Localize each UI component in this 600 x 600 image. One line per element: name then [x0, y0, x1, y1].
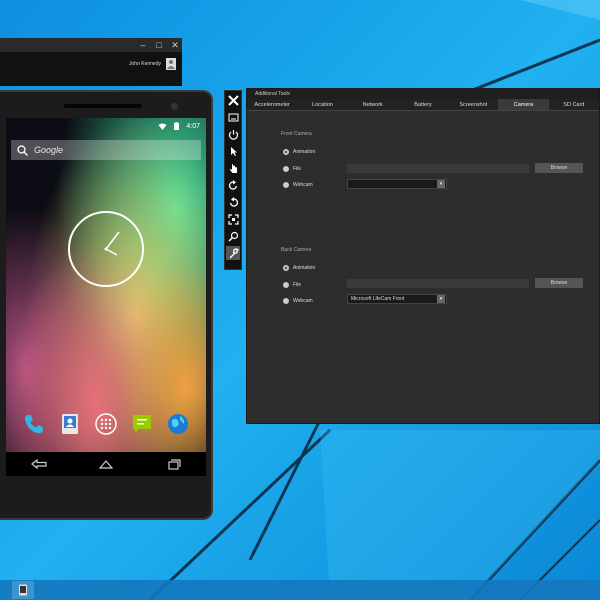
- close-icon[interactable]: [226, 93, 240, 107]
- pointer-icon[interactable]: [226, 144, 240, 158]
- app-dock: [6, 410, 206, 438]
- google-search-bar[interactable]: Google: [11, 140, 201, 160]
- minimize-icon[interactable]: –: [138, 39, 148, 51]
- tab-accelerometer[interactable]: Accelerometer: [247, 99, 297, 110]
- browser-icon[interactable]: [166, 412, 190, 436]
- front-animation-option[interactable]: Animation: [283, 149, 315, 155]
- emulator-icon: [19, 584, 27, 596]
- tab-screenshot[interactable]: Screenshot: [448, 99, 498, 110]
- battery-icon: [174, 122, 180, 130]
- front-file-option[interactable]: File: [283, 166, 301, 172]
- maximize-icon[interactable]: □: [154, 39, 164, 51]
- navigation-bar: [6, 452, 206, 476]
- clock-widget[interactable]: [67, 210, 145, 288]
- chevron-down-icon[interactable]: ▾: [437, 295, 445, 303]
- front-browse-button[interactable]: Browse: [535, 163, 583, 173]
- back-file-option[interactable]: File: [283, 282, 301, 288]
- status-time: 4:07: [186, 122, 200, 130]
- fit-screen-icon[interactable]: [226, 212, 240, 226]
- back-webcam-option[interactable]: Webcam: [283, 298, 313, 304]
- home-icon[interactable]: [96, 458, 116, 470]
- option-label: Animation: [293, 265, 316, 271]
- touch-icon[interactable]: [226, 161, 240, 175]
- radio-button[interactable]: [283, 182, 289, 188]
- tab-sd-card[interactable]: SD Card: [549, 99, 599, 110]
- user-icon: [167, 60, 175, 69]
- front-file-path-field[interactable]: [347, 164, 529, 173]
- close-icon[interactable]: ✕: [170, 39, 180, 51]
- front-webcam-option[interactable]: Webcam: [283, 182, 313, 188]
- rotate-left-icon[interactable]: [226, 178, 240, 192]
- tab-camera[interactable]: Camera: [498, 99, 549, 110]
- panel-title: Additional Tools: [247, 89, 599, 99]
- front-camera: [171, 103, 178, 110]
- chevron-down-icon[interactable]: ▾: [437, 180, 445, 188]
- status-bar: 4:07: [6, 118, 206, 134]
- recents-icon[interactable]: [163, 458, 183, 470]
- option-label: Webcam: [293, 182, 313, 188]
- taskbar-app-button[interactable]: [12, 581, 34, 599]
- option-label: File: [293, 282, 302, 288]
- window-titlebar[interactable]: – □ ✕: [0, 38, 182, 52]
- back-browse-button[interactable]: Browse: [535, 278, 583, 288]
- speaker-grille: [64, 104, 142, 108]
- option-label: File: [293, 166, 302, 172]
- tab-strip: Accelerometer Location Network Battery S…: [247, 99, 599, 111]
- zoom-icon[interactable]: [226, 229, 240, 243]
- additional-tools-panel: Additional Tools Accelerometer Location …: [246, 88, 600, 424]
- tab-location[interactable]: Location: [297, 99, 347, 110]
- additional-tools-icon[interactable]: [226, 246, 240, 260]
- taskbar: [0, 580, 600, 600]
- back-icon[interactable]: [29, 458, 49, 470]
- back-camera-label: Back Camera: [281, 247, 312, 253]
- select-value: Microsoft LifeCam Front: [351, 296, 405, 302]
- front-webcam-select[interactable]: ▾: [347, 179, 447, 189]
- phone-emulator: 4:07 Google: [0, 90, 213, 520]
- option-label: Webcam: [293, 298, 313, 304]
- background-window: – □ ✕ John Kennedy: [0, 38, 182, 86]
- tab-network[interactable]: Network: [348, 99, 398, 110]
- option-label: Animation: [293, 149, 316, 155]
- back-file-path-field[interactable]: [347, 279, 529, 288]
- tab-battery[interactable]: Battery: [398, 99, 448, 110]
- apps-icon[interactable]: [94, 412, 118, 436]
- back-webcam-select[interactable]: Microsoft LifeCam Front ▾: [347, 294, 447, 304]
- user-name: John Kennedy: [129, 61, 161, 67]
- contacts-icon[interactable]: [58, 412, 82, 436]
- radio-button[interactable]: [283, 166, 289, 172]
- radio-button[interactable]: [283, 265, 289, 271]
- radio-button[interactable]: [283, 298, 289, 304]
- emulator-toolbar: [224, 90, 242, 270]
- front-camera-label: Front Camera: [281, 131, 312, 137]
- wifi-icon: [158, 123, 167, 130]
- minimize-screen-icon[interactable]: [226, 110, 240, 124]
- search-placeholder: Google: [34, 145, 64, 155]
- rotate-right-icon[interactable]: [226, 195, 240, 209]
- power-icon[interactable]: [226, 127, 240, 141]
- messaging-icon[interactable]: [130, 412, 154, 436]
- search-icon: [17, 144, 28, 156]
- back-animation-option[interactable]: Animation: [283, 265, 315, 271]
- phone-icon[interactable]: [22, 412, 46, 436]
- avatar[interactable]: [166, 58, 176, 70]
- phone-screen[interactable]: 4:07 Google: [6, 118, 206, 476]
- radio-button[interactable]: [283, 282, 289, 288]
- radio-button[interactable]: [283, 149, 289, 155]
